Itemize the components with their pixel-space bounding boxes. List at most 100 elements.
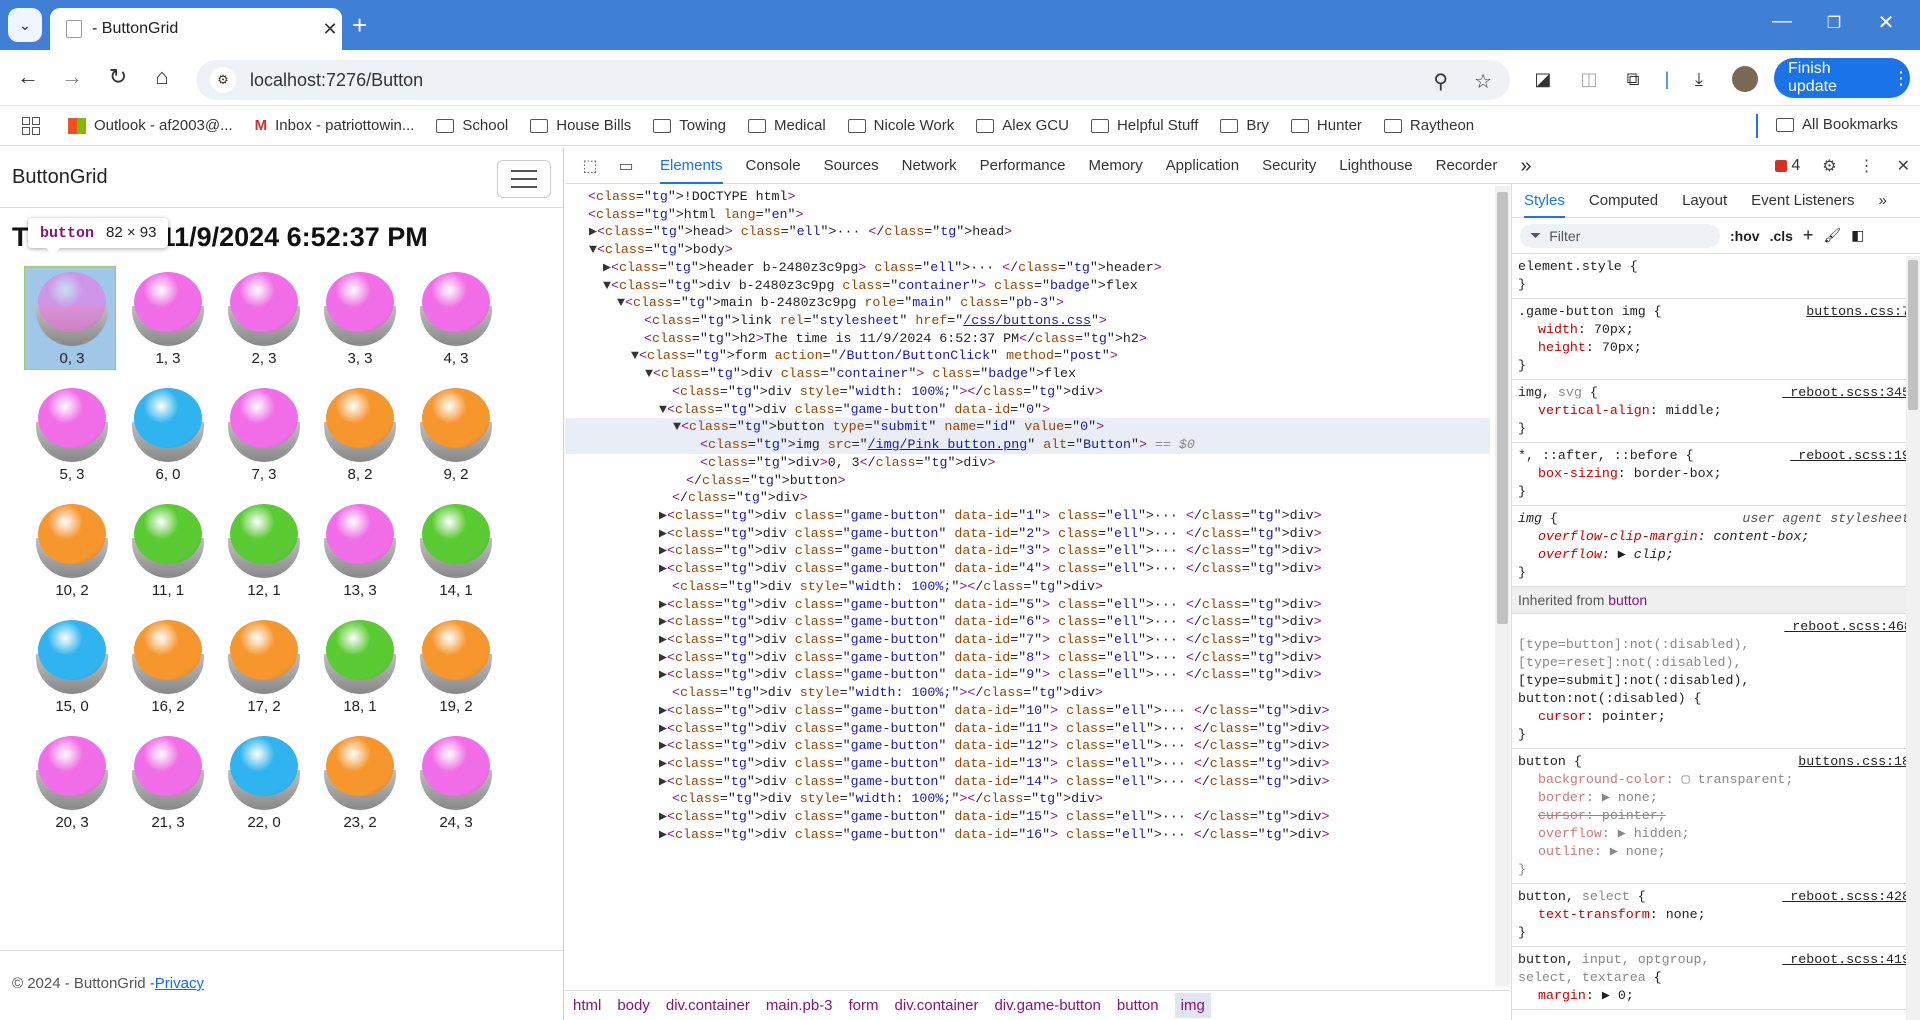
breadcrumb-item[interactable]: div.game-button (994, 997, 1100, 1014)
game-button[interactable]: 10, 2 (26, 498, 116, 610)
dom-node[interactable]: <class="tg">html lang="en"> (565, 206, 1490, 224)
game-button[interactable]: 22, 0 (218, 730, 308, 842)
forward-icon[interactable]: → (58, 64, 86, 90)
dom-node[interactable]: ▶<class="tg">div class="game-button" dat… (565, 560, 1490, 578)
inspect-element-icon[interactable]: ⬚ (579, 155, 601, 177)
bookmark-outlook[interactable]: Outlook - af2003@... (68, 117, 233, 134)
restore-icon[interactable]: ❐ (1814, 13, 1854, 33)
dom-node[interactable]: ▶<class="tg">div class="game-button" dat… (565, 596, 1490, 614)
tab-security[interactable]: Security (1262, 148, 1316, 184)
tab-console[interactable]: Console (746, 148, 801, 184)
add-rule-icon[interactable]: + (1803, 225, 1814, 246)
dom-node[interactable]: ▶<class="tg">head> class="ell">··· </cla… (565, 223, 1490, 241)
more-icon[interactable]: ⋮ (1859, 156, 1875, 176)
tab-layout[interactable]: Layout (1682, 184, 1727, 218)
dom-node[interactable]: ▼<class="tg">form action="/Button/Button… (565, 347, 1490, 365)
game-button[interactable]: 5, 3 (26, 382, 116, 494)
dom-node[interactable]: ▼<class="tg">div class="game-button" dat… (565, 401, 1490, 419)
bookmark-folder[interactable]: Nicole Work (847, 117, 954, 134)
game-button[interactable]: 8, 2 (314, 382, 404, 494)
dom-node[interactable]: ▶<class="tg">div class="game-button" dat… (565, 525, 1490, 543)
close-icon[interactable]: ✕ (318, 19, 342, 40)
new-tab-button[interactable]: + (352, 12, 367, 38)
css-rule[interactable]: .game-button img {buttons.css:7 width: 70… (1512, 299, 1920, 380)
breadcrumb-item[interactable]: div.container (666, 997, 750, 1014)
dom-node[interactable]: ▼<class="tg">div class="container"> clas… (565, 365, 1490, 383)
apps-icon[interactable] (22, 116, 40, 135)
tab-lighthouse[interactable]: Lighthouse (1339, 148, 1412, 184)
dom-node[interactable]: </class="tg">button> (565, 472, 1490, 490)
zoom-icon[interactable]: ⚲ (1433, 69, 1448, 94)
dom-node[interactable]: <class="tg">img src="/img/Pink_button.pn… (565, 436, 1490, 454)
close-icon[interactable]: ✕ (1897, 156, 1910, 176)
bookmark-folder[interactable]: Medical (747, 117, 826, 134)
dom-node[interactable]: ▶<class="tg">div class="game-button" dat… (565, 737, 1490, 755)
tab-styles[interactable]: Styles (1524, 184, 1565, 218)
close-window-icon[interactable]: ✕ (1866, 10, 1906, 35)
bookmark-folder[interactable]: House Bills (530, 117, 631, 134)
device-toolbar-icon[interactable]: ▭ (615, 155, 637, 177)
breadcrumb-item[interactable]: body (617, 997, 650, 1014)
dom-node[interactable]: <class="tg">div>0, 3</class="tg">div> (565, 454, 1490, 472)
bookmark-inbox[interactable]: M Inbox - patriottowin... (255, 117, 415, 134)
game-button[interactable]: 18, 1 (314, 614, 404, 726)
bookmark-folder[interactable]: Towing (653, 117, 726, 134)
more-tabs-icon[interactable]: » (1879, 184, 1887, 218)
game-button[interactable]: 19, 2 (410, 614, 500, 726)
extension-icon[interactable]: ◫ (1576, 66, 1602, 92)
tab-search-button[interactable]: ⌄ (8, 8, 42, 42)
dom-node[interactable]: ▶<class="tg">div class="game-button" dat… (565, 649, 1490, 667)
back-icon[interactable]: ← (14, 64, 42, 90)
tab-recorder[interactable]: Recorder (1436, 148, 1498, 184)
css-rule[interactable]: img {user agent stylesheet overflow-clip-… (1512, 506, 1920, 587)
reload-icon[interactable]: ↻ (104, 64, 132, 90)
dom-node[interactable]: <class="tg">div style="width: 100%;"></c… (565, 684, 1490, 702)
all-bookmarks[interactable]: All Bookmarks (1776, 116, 1898, 133)
game-button[interactable]: 17, 2 (218, 614, 308, 726)
game-button[interactable]: 24, 3 (410, 730, 500, 842)
breadcrumb-item[interactable]: main.pb-3 (766, 997, 833, 1014)
game-button[interactable]: 15, 0 (26, 614, 116, 726)
brand-link[interactable]: ButtonGrid (12, 166, 108, 189)
tab-computed[interactable]: Computed (1589, 184, 1658, 218)
game-button[interactable]: 12, 1 (218, 498, 308, 610)
scrollbar-thumb[interactable] (1497, 192, 1508, 624)
dom-node[interactable]: ▶<class="tg">div class="game-button" dat… (565, 542, 1490, 560)
dom-node[interactable]: ▼<class="tg">div b-2480z3c9pg class="con… (565, 277, 1490, 295)
site-info-icon[interactable]: ⚙ (210, 67, 236, 93)
breadcrumb-item[interactable]: form (849, 997, 879, 1014)
tab-performance[interactable]: Performance (980, 148, 1066, 184)
game-button[interactable]: 6, 0 (122, 382, 212, 494)
dom-node[interactable]: ▼<class="tg">button type="submit" name="… (565, 418, 1490, 437)
dom-node[interactable]: ▶<class="tg">div class="game-button" dat… (565, 507, 1490, 525)
game-button[interactable]: 21, 3 (122, 730, 212, 842)
gear-icon[interactable]: ⚙ (1822, 156, 1836, 176)
css-rule[interactable]: _reboot.scss:468 [type=button]:not(:disab… (1512, 614, 1920, 749)
bookmark-folder[interactable]: Alex GCU (976, 117, 1069, 134)
styles-scrollbar[interactable] (1906, 256, 1920, 1020)
game-button[interactable]: 9, 2 (410, 382, 500, 494)
tab-elements[interactable]: Elements (660, 148, 723, 184)
game-button[interactable]: 13, 3 (314, 498, 404, 610)
dom-node[interactable]: <class="tg">div style="width: 100%;"></c… (565, 383, 1490, 401)
css-rule[interactable]: button, input, optgroup, select, textarea… (1512, 947, 1920, 1010)
dom-node[interactable]: ▼<class="tg">main b-2480z3c9pg role="mai… (565, 294, 1490, 312)
menu-toggle-button[interactable] (497, 160, 551, 198)
dom-node[interactable]: ▼<class="tg">body> (565, 241, 1490, 259)
dom-node[interactable]: <class="tg">!DOCTYPE html> (565, 188, 1490, 206)
game-button[interactable]: 23, 2 (314, 730, 404, 842)
tab-sources[interactable]: Sources (824, 148, 879, 184)
privacy-link[interactable]: Privacy (155, 975, 204, 992)
puzzle-icon[interactable]: ⧉ (1620, 66, 1646, 92)
game-button[interactable]: 11, 1 (122, 498, 212, 610)
game-button[interactable]: 1, 3 (122, 266, 212, 378)
sidebar-toggle-icon[interactable]: ◧ (1851, 227, 1864, 244)
tab-application[interactable]: Application (1166, 148, 1239, 184)
tab-event-listeners[interactable]: Event Listeners (1751, 184, 1854, 218)
bookmark-folder[interactable]: School (436, 117, 508, 134)
game-button[interactable]: 16, 2 (122, 614, 212, 726)
bookmark-folder[interactable]: Raytheon (1383, 117, 1474, 134)
dom-node[interactable]: ▶<class="tg">div class="game-button" dat… (565, 720, 1490, 738)
scrollbar-thumb[interactable] (1908, 260, 1918, 410)
avatar[interactable] (1732, 66, 1758, 92)
